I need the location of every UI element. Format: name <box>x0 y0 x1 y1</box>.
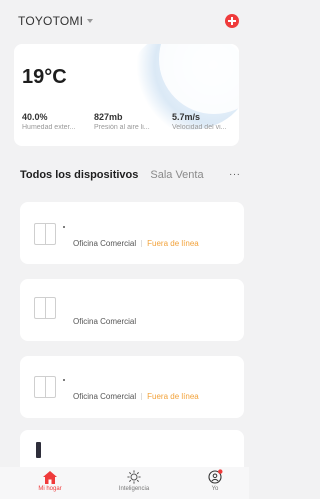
humidity-value: 40.0% <box>22 112 48 122</box>
pressure-label: Presión al aire li... <box>94 124 150 131</box>
divider <box>141 240 143 248</box>
home-name: TOYOTOMI <box>18 14 84 28</box>
home-selector[interactable]: TOYOTOMI <box>18 14 94 28</box>
device-card[interactable]: Oficina Comercial <box>20 279 244 341</box>
caret-down-icon <box>87 19 94 23</box>
temperature: 19°C <box>22 66 67 88</box>
nav-label: Yo <box>211 486 219 492</box>
double-switch-icon <box>34 376 56 398</box>
home-icon <box>20 467 80 484</box>
device-info: Oficina Comercial <box>73 317 136 326</box>
device-info: Oficina Comercial Fuera de línea <box>73 392 199 401</box>
indicator-dot <box>63 379 65 381</box>
nav-label: Inteligencia <box>118 486 150 492</box>
bottom-navigation: Mi hogar Inteligencia Yo <box>0 467 249 499</box>
device-status: Fuera de línea <box>147 239 199 248</box>
sun-icon <box>104 467 164 484</box>
device-info: Oficina Comercial Fuera de línea <box>73 239 199 248</box>
nav-inteligencia[interactable]: Inteligencia <box>104 467 164 492</box>
tab-all-devices[interactable]: Todos los dispositivos <box>20 169 138 181</box>
device-name: Oficina Comercial <box>73 239 137 248</box>
device-status: Fuera de línea <box>147 392 199 401</box>
tab-sala-venta[interactable]: Sala Venta <box>150 169 203 181</box>
device-card-partial[interactable] <box>20 430 244 470</box>
add-device-button[interactable] <box>225 14 239 28</box>
humidity-stat: 40.0% Humedad exter... <box>22 112 84 131</box>
device-card[interactable]: Oficina Comercial Fuera de línea <box>20 202 244 264</box>
nav-mi-hogar[interactable]: Mi hogar <box>20 467 80 492</box>
nav-label: Mi hogar <box>38 486 62 492</box>
user-icon <box>185 467 245 484</box>
more-options-icon[interactable]: ··· <box>229 169 241 180</box>
device-name: Oficina Comercial <box>73 392 137 401</box>
weather-card[interactable]: 19°C 40.0% Humedad exter... 827mb Presió… <box>14 44 239 146</box>
remote-control-icon <box>36 442 41 458</box>
device-name: Oficina Comercial <box>73 317 137 326</box>
top-bar: TOYOTOMI <box>0 0 249 40</box>
room-tabs: Todos los dispositivos Sala Venta ··· <box>20 167 245 183</box>
device-card[interactable]: Oficina Comercial Fuera de línea <box>20 356 244 418</box>
double-switch-icon <box>34 297 56 319</box>
double-switch-icon <box>34 223 56 245</box>
divider <box>141 393 143 401</box>
humidity-label: Humedad exter... <box>22 124 76 131</box>
nav-yo[interactable]: Yo <box>185 467 245 492</box>
pressure-value: 827mb <box>94 112 123 122</box>
indicator-dot <box>63 226 65 228</box>
wind-stat: 5.7m/s Velocidad del vi... <box>172 112 236 131</box>
pressure-stat: 827mb Presión al aire li... <box>94 112 162 131</box>
wind-label: Velocidad del vi... <box>172 124 227 131</box>
wind-value: 5.7m/s <box>172 112 201 122</box>
